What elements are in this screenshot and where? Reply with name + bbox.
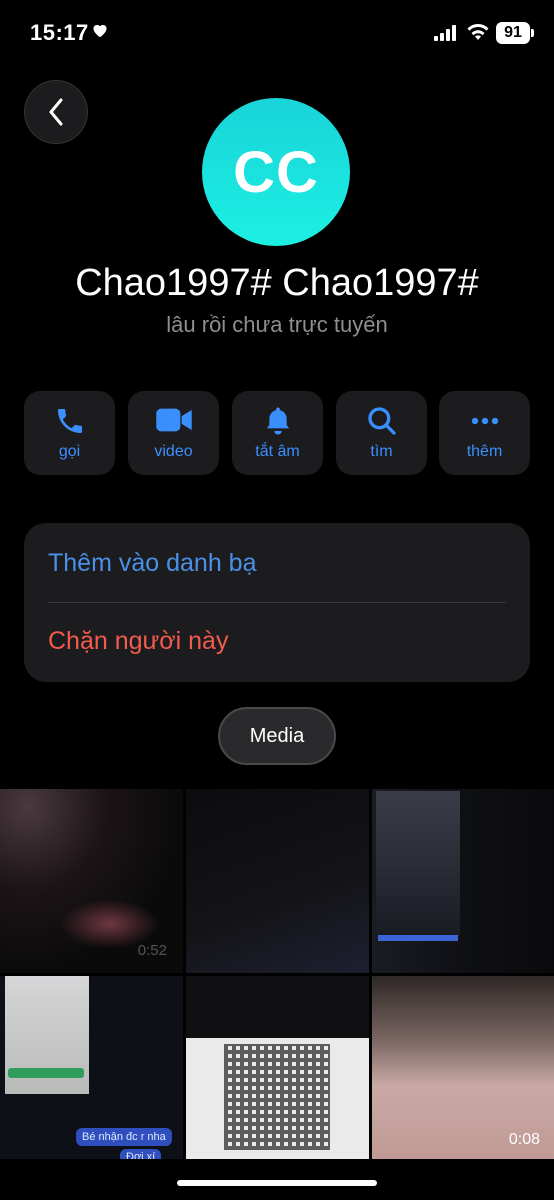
tile-image bbox=[8, 1068, 84, 1078]
wifi-icon bbox=[466, 23, 490, 46]
back-button[interactable] bbox=[24, 80, 88, 144]
bell-icon bbox=[266, 407, 289, 435]
mute-label: tắt âm bbox=[255, 443, 300, 460]
call-button[interactable]: gọi bbox=[24, 391, 115, 475]
status-bar: 15:17 91 bbox=[0, 0, 554, 70]
media-tile[interactable]: 0:08 bbox=[372, 976, 554, 1159]
contact-options-card: Thêm vào danh bạ Chặn người này bbox=[24, 523, 530, 682]
tile-image bbox=[376, 791, 460, 936]
qr-code-image bbox=[186, 1038, 369, 1159]
media-tile[interactable] bbox=[186, 789, 369, 973]
mute-button[interactable]: tắt âm bbox=[232, 391, 323, 475]
media-grid: 0:52 Bé nhận đc r nha Đợi xí 0:08 bbox=[0, 789, 554, 1159]
more-icon bbox=[471, 417, 498, 425]
chat-bubble-text: Đợi xí bbox=[120, 1149, 162, 1159]
media-tile[interactable] bbox=[186, 976, 369, 1159]
phone-icon bbox=[57, 409, 82, 433]
battery-indicator: 91 bbox=[496, 22, 530, 44]
avatar-initials: CC bbox=[233, 139, 319, 205]
tile-image bbox=[378, 935, 458, 941]
home-indicator[interactable] bbox=[177, 1180, 377, 1186]
divider bbox=[48, 602, 506, 603]
video-duration: 0:52 bbox=[137, 942, 167, 959]
presence-status: lâu rồi chưa trực tuyến bbox=[166, 312, 388, 337]
more-button[interactable]: thêm bbox=[439, 391, 530, 475]
call-label: gọi bbox=[58, 443, 81, 460]
more-label: thêm bbox=[466, 443, 503, 460]
tab-media[interactable]: Media bbox=[218, 707, 336, 765]
search-label: tìm bbox=[370, 443, 393, 460]
video-button[interactable]: video bbox=[128, 391, 219, 475]
media-tile[interactable]: 0:52 bbox=[0, 789, 183, 973]
chevron-left-icon bbox=[49, 98, 63, 126]
search-button[interactable]: tìm bbox=[336, 391, 427, 475]
battery-tip bbox=[531, 29, 534, 37]
search-icon bbox=[367, 407, 396, 435]
block-user-button[interactable]: Chặn người này bbox=[48, 627, 228, 656]
qr-code-icon bbox=[224, 1044, 330, 1150]
chat-bubble-text: Bé nhận đc r nha bbox=[76, 1128, 172, 1146]
video-camera-icon bbox=[155, 408, 192, 432]
add-to-contacts-button[interactable]: Thêm vào danh bạ bbox=[48, 549, 256, 578]
video-label: video bbox=[154, 443, 193, 460]
avatar[interactable]: CC bbox=[202, 98, 350, 246]
contact-name: Chao1997# Chao1997# bbox=[75, 262, 479, 304]
media-tile[interactable] bbox=[372, 789, 554, 973]
action-bar: gọi video tắt âm tìm thêm bbox=[24, 391, 530, 475]
status-time: 15:17 bbox=[30, 20, 89, 45]
video-duration: 0:08 bbox=[508, 1131, 540, 1148]
cellular-signal-icon bbox=[434, 25, 458, 46]
media-tile[interactable]: Bé nhận đc r nha Đợi xí bbox=[0, 976, 183, 1159]
heart-icon bbox=[91, 22, 109, 43]
